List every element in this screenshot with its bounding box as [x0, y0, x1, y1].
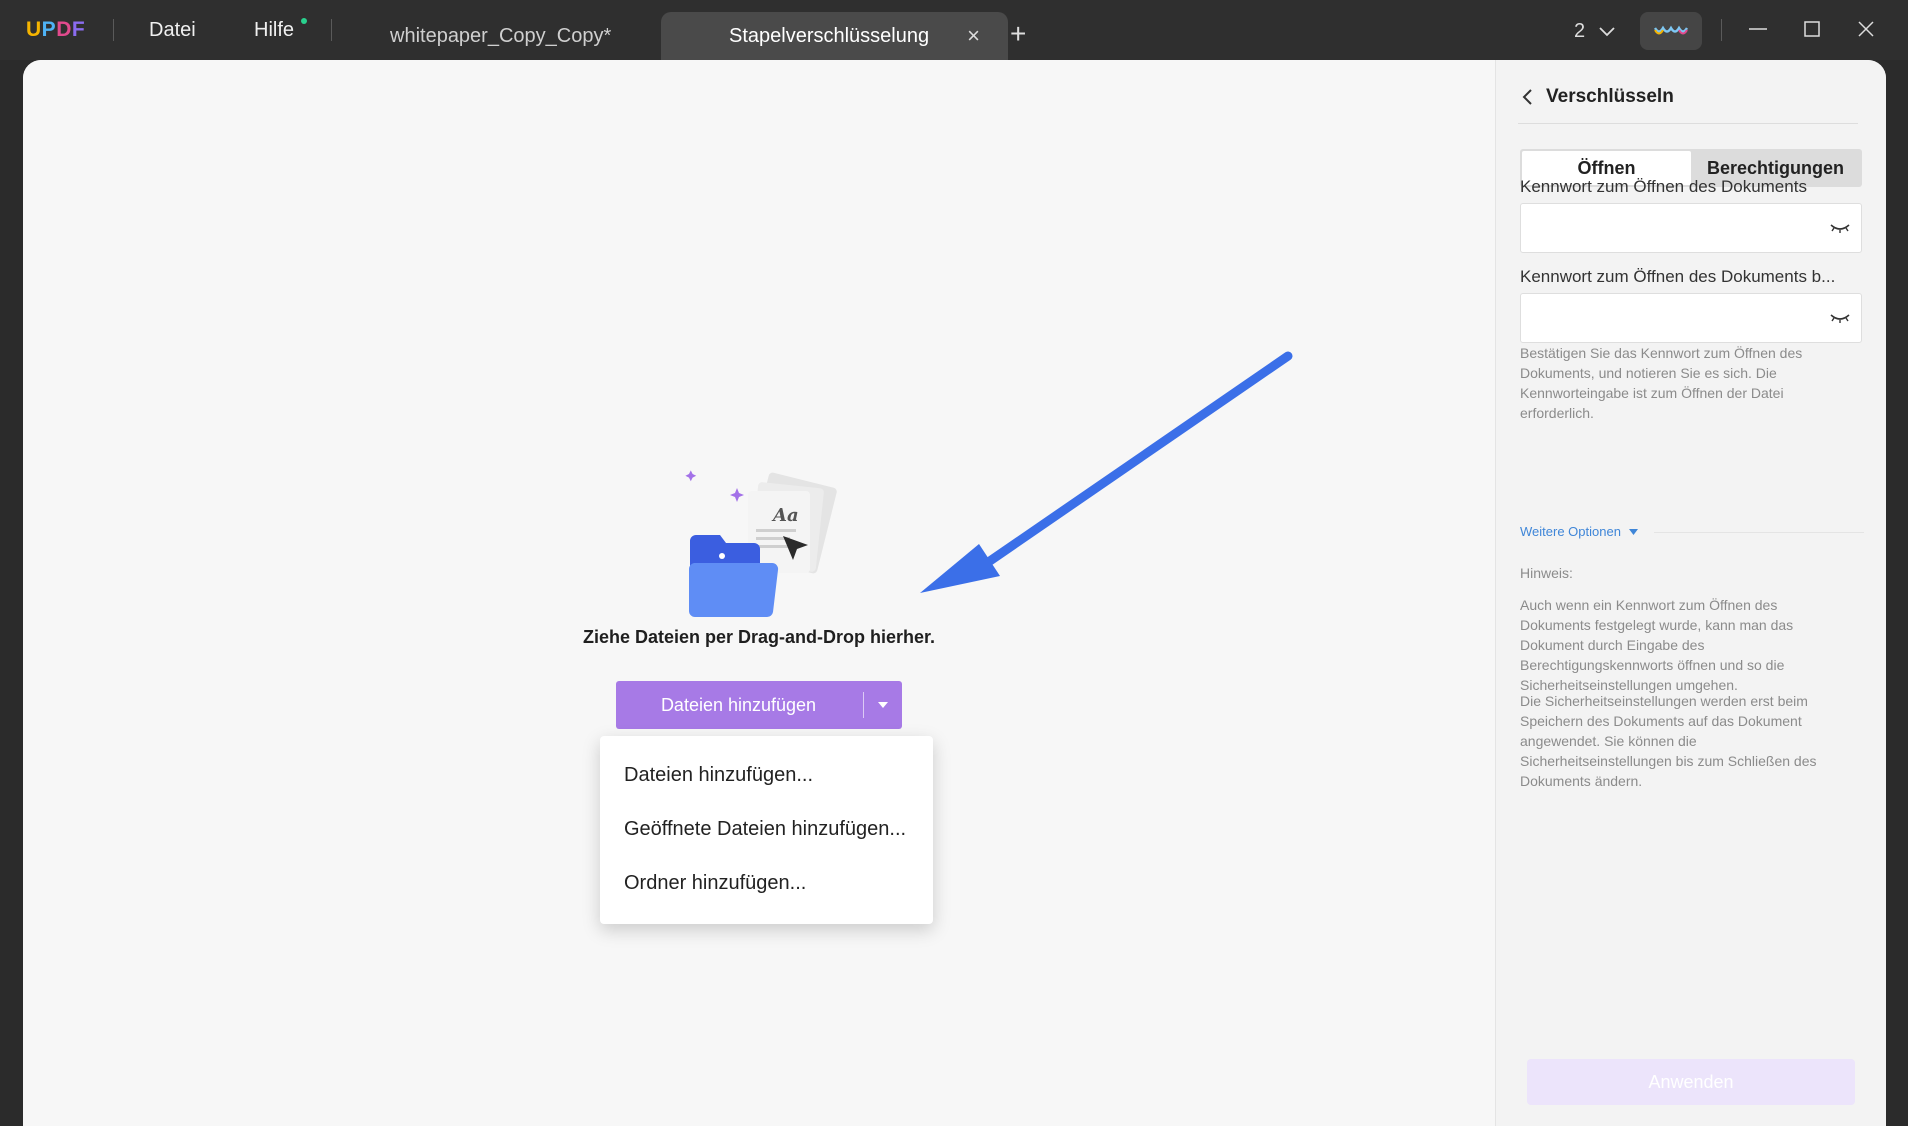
divider [1654, 532, 1864, 533]
window-count: 2 [1574, 20, 1586, 42]
window-count-selector[interactable]: 2 [1574, 20, 1615, 43]
minimize-button[interactable] [1743, 14, 1773, 44]
panel-header: Verschlüsseln [1518, 82, 1858, 124]
menu-item-add-open-files[interactable]: Geöffnete Dateien hinzufügen... [600, 802, 933, 856]
more-options-label: Weitere Optionen [1520, 524, 1621, 539]
close-window-button[interactable] [1851, 14, 1881, 44]
tab-whitepaper[interactable]: whitepaper_Copy_Copy* [390, 12, 611, 60]
confirm-password-input[interactable] [1521, 294, 1811, 342]
more-options-toggle[interactable]: Weitere Optionen [1520, 524, 1638, 539]
add-files-button[interactable]: Dateien hinzufügen [616, 681, 902, 729]
close-icon [1858, 21, 1874, 37]
encrypt-panel: Verschlüsseln Öffnen Berechtigungen Kenn… [1495, 60, 1886, 1126]
close-icon[interactable]: × [967, 23, 980, 49]
title-separator [331, 19, 332, 41]
menu-item-add-files[interactable]: Dateien hinzufügen... [600, 748, 933, 802]
open-password-input[interactable] [1521, 204, 1811, 252]
open-password-label: Kennwort zum Öffnen des Dokuments [1520, 177, 1807, 196]
caret-down-icon [878, 702, 888, 708]
menu-help[interactable]: Hilfe [254, 19, 294, 42]
new-tab-button[interactable]: + [1010, 18, 1026, 50]
avatar-icon [1654, 25, 1688, 35]
note-text-2: Die Sicherheitseinstellungen werden erst… [1520, 693, 1817, 789]
panel-title: Verschlüsseln [1546, 85, 1674, 107]
maximize-icon [1804, 21, 1820, 37]
confirm-help-text: Bestätigen Sie das Kennwort zum Öffnen d… [1520, 345, 1803, 421]
title-bar: UPDF Datei Hilfe whitepaper_Copy_Copy* S… [0, 0, 1908, 60]
eye-closed-icon[interactable] [1829, 219, 1851, 237]
svg-text:Aa: Aa [771, 505, 799, 526]
title-separator [1721, 19, 1722, 41]
menu-item-add-folder[interactable]: Ordner hinzufügen... [600, 856, 933, 910]
tab-label: whitepaper_Copy_Copy* [390, 24, 612, 47]
add-files-menu: Dateien hinzufügen... Geöffnete Dateien … [600, 736, 933, 924]
drop-zone[interactable]: Aa Ziehe Dateien per Drag-and-Drop hierh… [23, 60, 1495, 1126]
chevron-down-icon [1599, 27, 1615, 37]
apply-button[interactable]: Anwenden [1527, 1059, 1855, 1105]
note-title: Hinweis: [1520, 565, 1573, 581]
eye-closed-icon[interactable] [1829, 309, 1851, 327]
menu-file[interactable]: Datei [149, 19, 196, 42]
caret-down-icon [1628, 528, 1638, 535]
note-text-1: Auch wenn ein Kennwort zum Öffnen des Do… [1520, 597, 1794, 693]
drop-instruction: Ziehe Dateien per Drag-and-Drop hierher. [582, 627, 936, 647]
confirm-password-field[interactable] [1520, 293, 1862, 343]
minimize-icon [1749, 28, 1767, 30]
tab-label: Stapelverschlüsselung [729, 24, 930, 47]
add-files-label: Dateien hinzufügen [660, 694, 817, 715]
dropdown-toggle[interactable] [864, 702, 902, 708]
open-password-field[interactable] [1520, 203, 1862, 253]
main-window: Aa Ziehe Dateien per Drag-and-Drop hierh… [23, 60, 1886, 1126]
maximize-button[interactable] [1797, 14, 1827, 44]
title-separator [113, 19, 114, 41]
notification-dot [301, 18, 307, 24]
user-avatar[interactable] [1640, 12, 1702, 50]
tab-batch-encryption[interactable]: Stapelverschlüsselung × [661, 12, 1008, 60]
back-icon[interactable] [1518, 88, 1536, 106]
updf-logo: UPDF [26, 18, 86, 41]
confirm-password-label: Kennwort zum Öffnen des Dokuments b... [1520, 267, 1836, 286]
